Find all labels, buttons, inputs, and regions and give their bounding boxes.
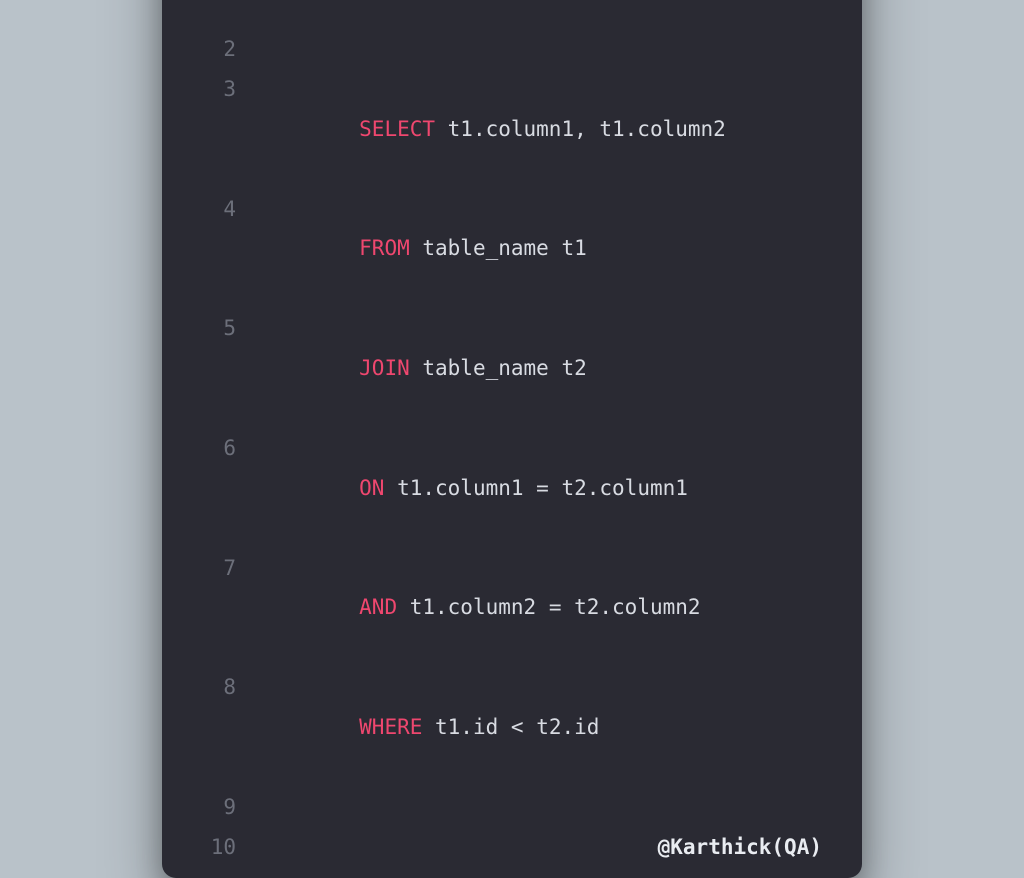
code-operator: = (536, 476, 549, 500)
code-text: t1.id (422, 715, 511, 739)
code-keyword: ON (359, 476, 384, 500)
line-number: 6 (190, 429, 236, 549)
code-keyword: FROM (359, 236, 410, 260)
line-number: 9 (190, 788, 236, 828)
code-text: t2.column2 (561, 595, 700, 619)
code-line: 6 ON t1.column1 = t2.column1 (190, 429, 834, 549)
line-number: 1 (190, 0, 236, 30)
code-line: 9 (190, 788, 834, 828)
code-text: table_name t2 (410, 356, 587, 380)
code-keyword: AND (359, 595, 397, 619)
line-number: 4 (190, 190, 236, 310)
code-keyword: JOIN (359, 356, 410, 380)
line-number: 3 (190, 70, 236, 190)
code-text: table_name t1 (410, 236, 587, 260)
code-text: t2.id (524, 715, 600, 739)
code-line: 8 WHERE t1.id < t2.id (190, 668, 834, 788)
code-line: 3 SELECT t1.column1, t1.column2 (190, 70, 834, 190)
line-number: 8 (190, 668, 236, 788)
line-number: 2 (190, 30, 236, 70)
code-text: t2.column1 (549, 476, 688, 500)
code-keyword: SELECT (359, 117, 435, 141)
code-block: 1 //Using self-join 2 3 SELECT t1.column… (190, 0, 834, 868)
code-text: t1.column1 (384, 476, 536, 500)
code-text: t1.column1, t1.column2 (435, 117, 726, 141)
line-number: 10 (190, 828, 236, 868)
code-line: 7 AND t1.column2 = t2.column2 (190, 549, 834, 669)
code-line: 5 JOIN table_name t2 (190, 309, 834, 429)
code-keyword: WHERE (359, 715, 422, 739)
line-number: 7 (190, 549, 236, 669)
line-number: 5 (190, 309, 236, 429)
author-handle: @Karthick(QA) (658, 828, 834, 868)
code-operator: < (511, 715, 524, 739)
code-operator: = (549, 595, 562, 619)
code-window: 1 //Using self-join 2 3 SELECT t1.column… (162, 0, 862, 878)
code-line: 4 FROM table_name t1 (190, 190, 834, 310)
code-line: 1 //Using self-join (190, 0, 834, 30)
code-line: 10 @Karthick(QA) (190, 828, 834, 868)
code-text: t1.column2 (397, 595, 549, 619)
code-line: 2 (190, 30, 834, 70)
